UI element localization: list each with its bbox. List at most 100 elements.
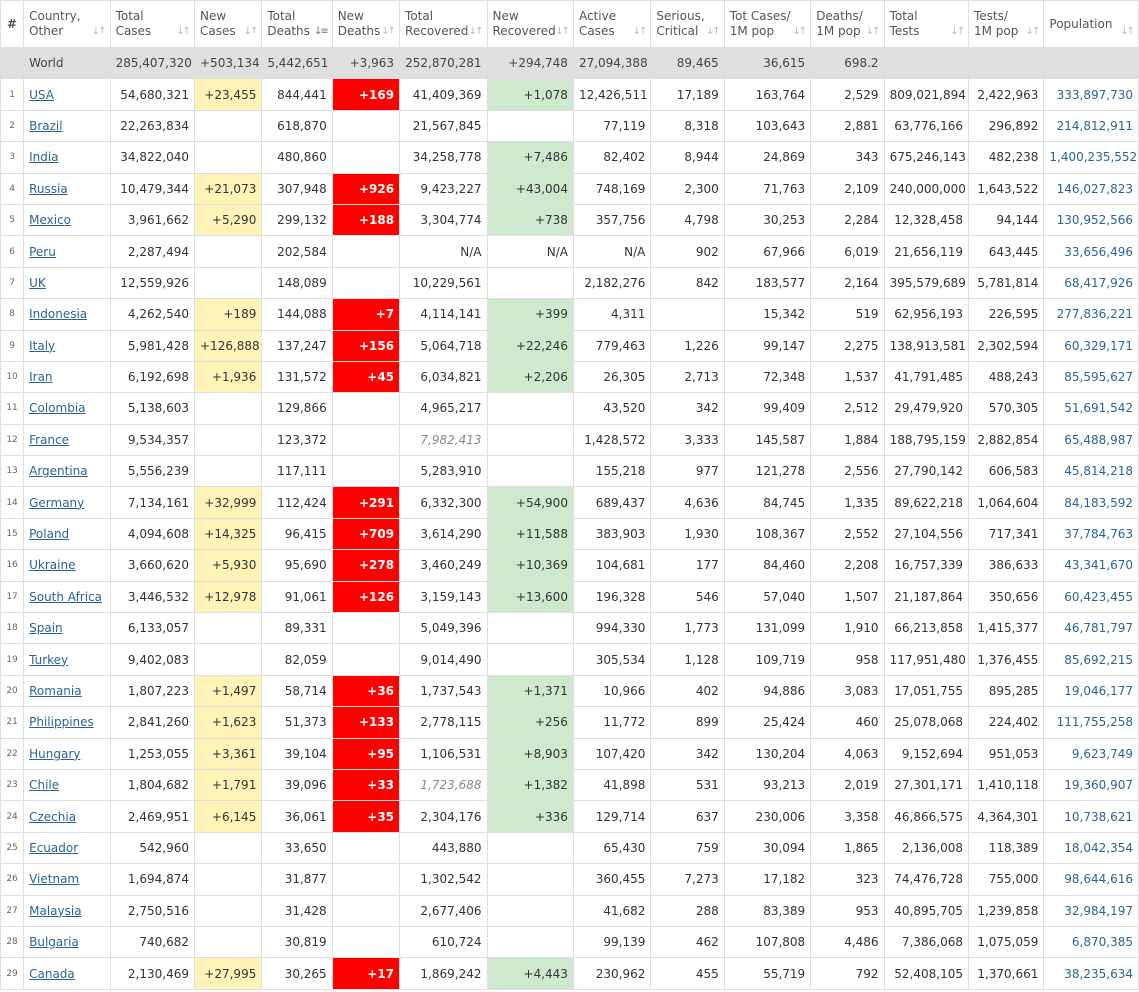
table-row: 20 Romania 1,807,223 +1,497 58,714 +36 1,737,5… bbox=[0, 674, 1139, 708]
sort-icon[interactable]: ↓↑ bbox=[1026, 24, 1041, 39]
country-link[interactable]: Iran bbox=[29, 370, 52, 384]
col-header-tests-1m[interactable]: Tests/1M pop ↓↑ bbox=[967, 0, 1045, 48]
country-link[interactable]: Brazil bbox=[29, 119, 63, 133]
col-header-total-deaths[interactable]: Total Deaths ↓≡ bbox=[261, 0, 333, 48]
tests-1m-cell: 224,402 bbox=[967, 706, 1045, 739]
total-tests-cell: 89,622,218 bbox=[883, 486, 970, 519]
population-link[interactable]: 85,692,215 bbox=[1064, 653, 1133, 667]
country-link[interactable]: USA bbox=[29, 88, 54, 102]
sort-icon[interactable]: ↓↑ bbox=[555, 24, 570, 39]
col-header-total-tests[interactable]: Total Tests ↓↑ bbox=[883, 0, 970, 48]
country-link[interactable]: Ukraine bbox=[29, 558, 75, 572]
population-link[interactable]: 98,644,616 bbox=[1064, 872, 1133, 886]
sort-icon[interactable]: ↓↑ bbox=[176, 24, 191, 39]
sort-icon[interactable]: ↓↑ bbox=[866, 24, 881, 39]
sort-icon[interactable]: ↓↑ bbox=[950, 24, 965, 39]
sort-icon[interactable]: ↓↑ bbox=[244, 24, 259, 39]
country-link[interactable]: Turkey bbox=[29, 653, 68, 667]
col-header-tot-cases-1m[interactable]: Tot Cases/1M pop ↓↑ bbox=[723, 0, 812, 48]
population-link[interactable]: 146,027,823 bbox=[1057, 182, 1133, 196]
population-link[interactable]: 37,784,763 bbox=[1064, 527, 1133, 541]
country-link[interactable]: Colombia bbox=[29, 401, 85, 415]
population-link[interactable]: 65,488,987 bbox=[1064, 433, 1133, 447]
country-link[interactable]: Mexico bbox=[29, 213, 71, 227]
country-cell: Mexico bbox=[23, 203, 111, 237]
country-link[interactable]: Germany bbox=[29, 496, 84, 510]
population-link[interactable]: 85,595,627 bbox=[1064, 370, 1133, 384]
population-link[interactable]: 10,738,621 bbox=[1064, 810, 1133, 824]
col-header-population[interactable]: Population ↓↑ bbox=[1043, 0, 1139, 48]
new-deaths-cell bbox=[331, 109, 401, 143]
new-recovered-cell: +2,206 bbox=[486, 360, 574, 394]
new-cases-cell bbox=[193, 423, 263, 457]
sort-icon[interactable]: ↓↑ bbox=[633, 24, 648, 39]
country-link[interactable]: Bulgaria bbox=[29, 935, 79, 949]
country-link[interactable]: Poland bbox=[29, 527, 69, 541]
sort-desc-icon[interactable]: ↓≡ bbox=[314, 24, 329, 39]
population-link[interactable]: 60,329,171 bbox=[1064, 339, 1133, 353]
population-link[interactable]: 38,235,634 bbox=[1064, 967, 1133, 981]
col-header-new-cases[interactable]: New Cases ↓↑ bbox=[193, 0, 263, 48]
country-link[interactable]: Philippines bbox=[29, 715, 94, 729]
col-header-serious[interactable]: Serious, Critical ↓↑ bbox=[650, 0, 725, 48]
country-link[interactable]: UK bbox=[29, 276, 46, 290]
population-link[interactable]: 277,836,221 bbox=[1057, 307, 1133, 321]
col-header-new-deaths[interactable]: New Deaths ↓↑ bbox=[331, 0, 401, 48]
sort-icon[interactable]: ↓↑ bbox=[1120, 24, 1135, 39]
deaths-1m-cell: 4,486 bbox=[810, 925, 885, 959]
population-link[interactable]: 111,755,258 bbox=[1057, 715, 1133, 729]
col-header-total-cases[interactable]: Total Cases ↓↑ bbox=[109, 0, 196, 48]
population-link[interactable]: 214,812,911 bbox=[1057, 119, 1133, 133]
country-link[interactable]: Malaysia bbox=[29, 904, 81, 918]
population-link[interactable]: 51,691,542 bbox=[1064, 401, 1133, 415]
new-deaths-cell: +709 bbox=[331, 517, 401, 551]
country-link[interactable]: Italy bbox=[29, 339, 55, 353]
population-link[interactable]: 32,984,197 bbox=[1064, 904, 1133, 918]
population-link[interactable]: 84,183,592 bbox=[1064, 496, 1133, 510]
country-link[interactable]: South Africa bbox=[29, 590, 102, 604]
population-link[interactable]: 46,781,797 bbox=[1064, 621, 1133, 635]
population-link[interactable]: 45,814,218 bbox=[1064, 464, 1133, 478]
total-recovered-cell: 5,049,396 bbox=[399, 612, 488, 645]
country-link[interactable]: India bbox=[29, 150, 58, 164]
country-link[interactable]: Russia bbox=[29, 182, 68, 196]
sort-icon[interactable]: ↓↑ bbox=[792, 24, 807, 39]
col-header-country[interactable]: Country, Other ↓↑ bbox=[23, 0, 111, 48]
country-link[interactable]: Chile bbox=[29, 778, 59, 792]
country-link[interactable]: Spain bbox=[29, 621, 63, 635]
col-header-deaths-1m[interactable]: Deaths/1M pop ↓↑ bbox=[810, 0, 885, 48]
table-row: 29 Canada 2,130,469 +27,995 30,265 +17 1,869,2… bbox=[0, 957, 1139, 990]
population-link[interactable]: 60,423,455 bbox=[1064, 590, 1133, 604]
country-link[interactable]: Vietnam bbox=[29, 872, 79, 886]
col-header-num: # bbox=[0, 0, 25, 48]
country-link[interactable]: France bbox=[29, 433, 69, 447]
population-link[interactable]: 33,656,496 bbox=[1064, 245, 1133, 259]
sort-icon[interactable]: ↓↑ bbox=[469, 24, 484, 39]
country-link[interactable]: Hungary bbox=[29, 747, 80, 761]
country-link[interactable]: Argentina bbox=[29, 464, 88, 478]
active-cases-cell: 779,463 bbox=[572, 329, 652, 362]
sort-icon[interactable]: ↓↑ bbox=[92, 24, 107, 39]
sort-icon[interactable]: ↓↑ bbox=[706, 24, 721, 39]
country-link[interactable]: Peru bbox=[29, 245, 56, 259]
country-link[interactable]: Indonesia bbox=[29, 307, 87, 321]
country-link[interactable]: Czechia bbox=[29, 810, 76, 824]
population-link[interactable]: 6,870,385 bbox=[1072, 935, 1133, 949]
country-link[interactable]: Ecuador bbox=[29, 841, 78, 855]
population-link[interactable]: 19,046,177 bbox=[1064, 684, 1133, 698]
population-link[interactable]: 130,952,566 bbox=[1057, 213, 1133, 227]
population-link[interactable]: 333,897,730 bbox=[1057, 88, 1133, 102]
col-header-total-recovered[interactable]: Total Recovered ↓↑ bbox=[399, 0, 488, 48]
col-header-active-cases[interactable]: Active Cases ↓↑ bbox=[572, 0, 652, 48]
active-cases-cell: N/A bbox=[572, 235, 652, 268]
population-link[interactable]: 1,400,235,552 bbox=[1049, 150, 1137, 164]
population-link[interactable]: 9,623,749 bbox=[1072, 747, 1133, 761]
population-link[interactable]: 68,417,926 bbox=[1064, 276, 1133, 290]
country-link[interactable]: Romania bbox=[29, 684, 81, 698]
population-link[interactable]: 18,042,354 bbox=[1064, 841, 1133, 855]
population-link[interactable]: 43,341,670 bbox=[1064, 558, 1133, 572]
country-link[interactable]: Canada bbox=[29, 967, 75, 981]
sort-icon[interactable]: ↓↑ bbox=[381, 24, 396, 39]
col-header-new-recovered[interactable]: New Recovered ↓↑ bbox=[486, 0, 574, 48]
population-link[interactable]: 19,360,907 bbox=[1064, 778, 1133, 792]
